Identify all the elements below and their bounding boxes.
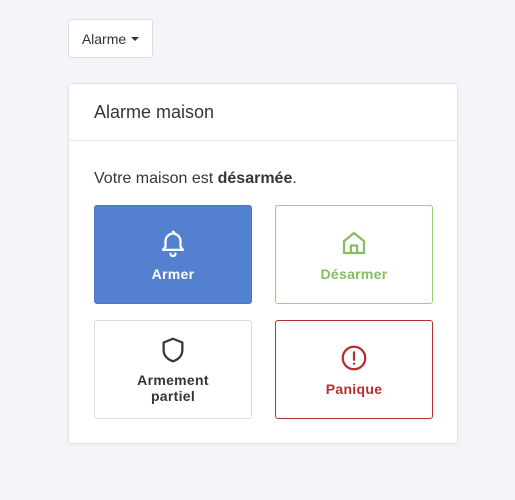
panel-header: Alarme maison xyxy=(69,84,457,141)
alarm-menu-label: Alarme xyxy=(81,30,127,47)
status-prefix: Votre maison est xyxy=(94,170,218,187)
alarm-panel: Alarme maison Votre maison est désarmée.… xyxy=(68,83,458,444)
panel-title: Alarme maison xyxy=(94,101,215,122)
arm-label: Armer xyxy=(151,265,195,282)
bell-icon xyxy=(161,230,185,257)
shield-icon xyxy=(162,337,184,363)
disarm-button[interactable]: Désarmer xyxy=(275,205,433,304)
home-icon xyxy=(342,231,366,254)
caret-down-icon xyxy=(131,37,140,41)
alarm-status: Votre maison est désarmée. xyxy=(94,170,297,188)
panic-button[interactable]: Panique xyxy=(275,320,433,419)
status-suffix: . xyxy=(292,170,297,187)
status-value: désarmée xyxy=(217,170,293,187)
alert-circle-icon xyxy=(341,345,367,370)
partial-arm-label: Armement partiel xyxy=(137,372,209,404)
partial-arm-button[interactable]: Armement partiel xyxy=(94,320,252,419)
panic-label: Panique xyxy=(325,380,383,397)
alarm-menu-dropdown[interactable]: Alarme xyxy=(68,19,153,58)
arm-button[interactable]: Armer xyxy=(94,205,252,304)
disarm-label: Désarmer xyxy=(320,265,388,282)
